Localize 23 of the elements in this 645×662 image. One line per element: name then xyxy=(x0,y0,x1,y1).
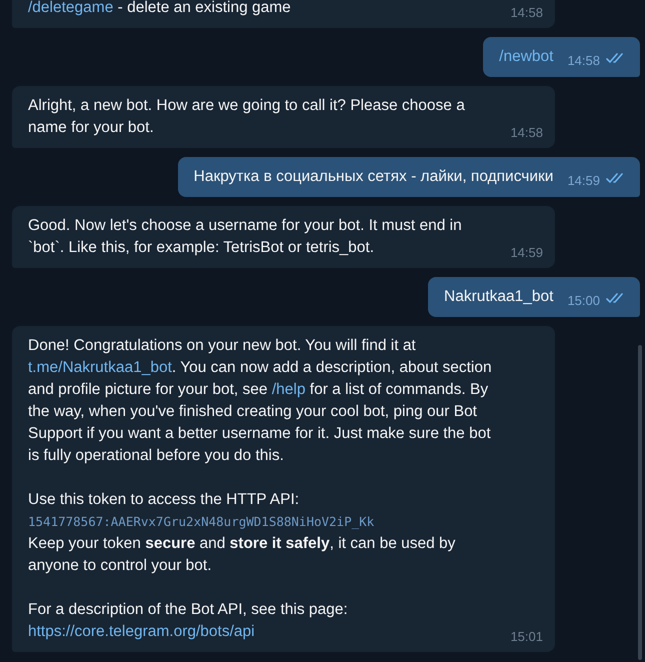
scrollbar[interactable] xyxy=(638,345,642,660)
message-time: 14:59 xyxy=(510,245,543,260)
token-text: 1541778567:AAERvx7Gru2xN48urgWD1S88NiHoV2iP_Kk xyxy=(28,513,376,531)
message-text: Done! Congratulations on your new bot. You will find it at t.me/Nakrutkaa1_bot. You can now add a description, about section and profile picture for your bot, see /help for a list of commands. By the way, when you've finished creating your cool bot, ping our Bot Support if you want a better username for it. Just make sure the bot is fully operational before you do this. xyxy=(28,336,493,466)
message-text: Use this token to access the HTTP API: xyxy=(28,490,300,510)
message-time: 14:58 xyxy=(510,125,543,140)
message-time: 14:58 xyxy=(567,52,600,68)
message-time: 14:58 xyxy=(510,5,543,20)
link[interactable]: /deletegame xyxy=(28,0,114,16)
link[interactable]: t.me/Nakrutkaa1_bot xyxy=(28,359,172,376)
link[interactable]: https://core.telegram.org/bots/api xyxy=(28,623,255,640)
message-text: Keep your token secure and store it safely, it can be used by anyone to control your bot. xyxy=(28,534,456,576)
command-link[interactable]: /newbot xyxy=(499,46,554,68)
message-text: Nakrutkaa1_bot xyxy=(444,287,554,307)
message-text: Накрутка в социальных сетях - лайки, подписчики xyxy=(194,167,554,187)
link[interactable]: /help xyxy=(272,381,306,398)
message-text: For a description of the Bot API, see this page: https://core.telegram.org/bots/api xyxy=(28,600,349,642)
message-text: /deletegame - delete an existing game xyxy=(28,0,292,18)
message-time: 14:59 xyxy=(567,172,600,188)
message-text: Alright, a new bot. How are we going to call it? Please choose a name for your bot. xyxy=(28,96,466,138)
message-text: Good. Now let's choose a username for your bot. It must end in `bot`. Like this, for example: TetrisBot or tetris_bot. xyxy=(28,216,463,258)
message-time: 15:01 xyxy=(510,629,543,644)
message-time: 15:00 xyxy=(567,292,600,308)
